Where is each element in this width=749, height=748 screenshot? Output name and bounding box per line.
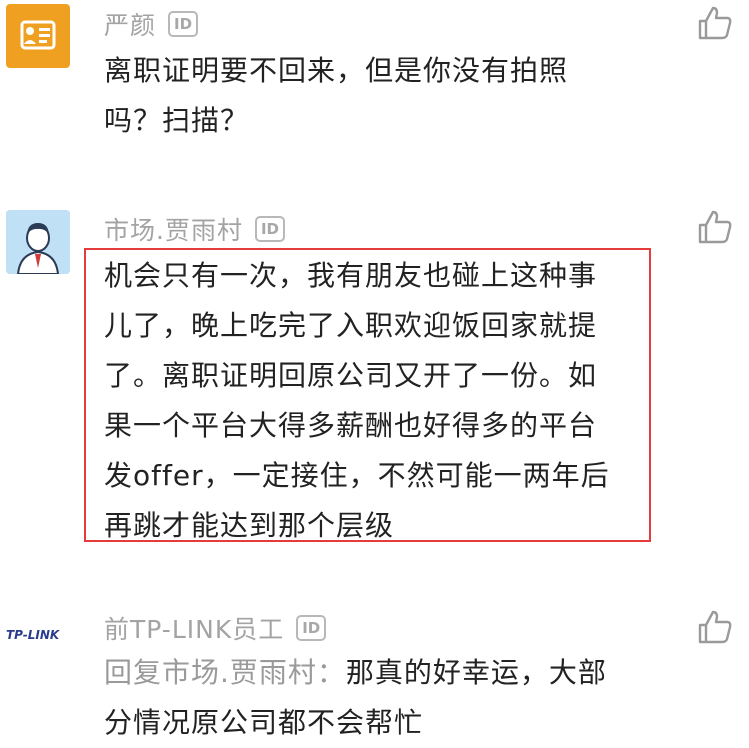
avatar[interactable] bbox=[6, 210, 70, 274]
like-button[interactable] bbox=[696, 608, 734, 646]
id-badge: ID bbox=[296, 615, 327, 641]
thumbs-up-icon bbox=[698, 210, 732, 244]
comment-line: 离职证明要不回来，但是你没有拍照 bbox=[104, 54, 569, 87]
comment-line: 吗？扫描？ bbox=[104, 104, 250, 137]
thumbs-up-icon bbox=[698, 610, 732, 644]
id-badge: ID bbox=[168, 11, 199, 37]
comment-line: 果一个平台大得多薪酬也好得多的平台 bbox=[104, 409, 598, 442]
username[interactable]: 前TP-LINK员工 bbox=[104, 610, 284, 646]
businessman-avatar-icon bbox=[6, 210, 70, 274]
comment-line: 分情况原公司都不会帮忙 bbox=[104, 706, 424, 739]
comment-text: 回复市场.贾雨村：那真的好幸运，大部 分情况原公司都不会帮忙 bbox=[104, 648, 607, 748]
comment-header: 市场.贾雨村 ID bbox=[104, 211, 285, 247]
avatar[interactable] bbox=[6, 4, 70, 68]
comment-line: 发offer，一定接住，不然可能一两年后 bbox=[104, 459, 610, 492]
comment-line: 回复市场.贾雨村：那真的好幸运，大部 bbox=[104, 648, 607, 698]
like-button[interactable] bbox=[696, 208, 734, 246]
comment-line: 儿了，晚上吃完了入职欢迎饭回家就提 bbox=[104, 309, 598, 342]
reply-text: 那真的好幸运，大部 bbox=[345, 656, 607, 689]
thumbs-up-icon bbox=[698, 6, 732, 40]
reply-prefix[interactable]: 回复市场.贾雨村： bbox=[104, 656, 346, 689]
comment-text: 机会只有一次，我有朋友也碰上这种事 儿了，晚上吃完了入职欢迎饭回家就提 了。离职… bbox=[104, 251, 610, 551]
comment-header: 前TP-LINK员工 ID bbox=[104, 610, 327, 646]
tp-link-logo[interactable]: TP-LINK bbox=[6, 628, 59, 642]
id-badge: ID bbox=[254, 216, 285, 242]
comment-line: 再跳才能达到那个层级 bbox=[104, 509, 395, 542]
like-button[interactable] bbox=[696, 4, 734, 42]
username[interactable]: 市场.贾雨村 bbox=[104, 211, 243, 247]
comment-text: 离职证明要不回来，但是你没有拍照 吗？扫描？ bbox=[104, 46, 568, 146]
comment-line: 了。离职证明回原公司又开了一份。如 bbox=[104, 359, 598, 392]
username[interactable]: 严颜 bbox=[104, 6, 156, 42]
comment-header: 严颜 ID bbox=[104, 6, 199, 42]
comment-line: 机会只有一次，我有朋友也碰上这种事 bbox=[104, 259, 598, 292]
contact-card-icon bbox=[20, 20, 56, 50]
